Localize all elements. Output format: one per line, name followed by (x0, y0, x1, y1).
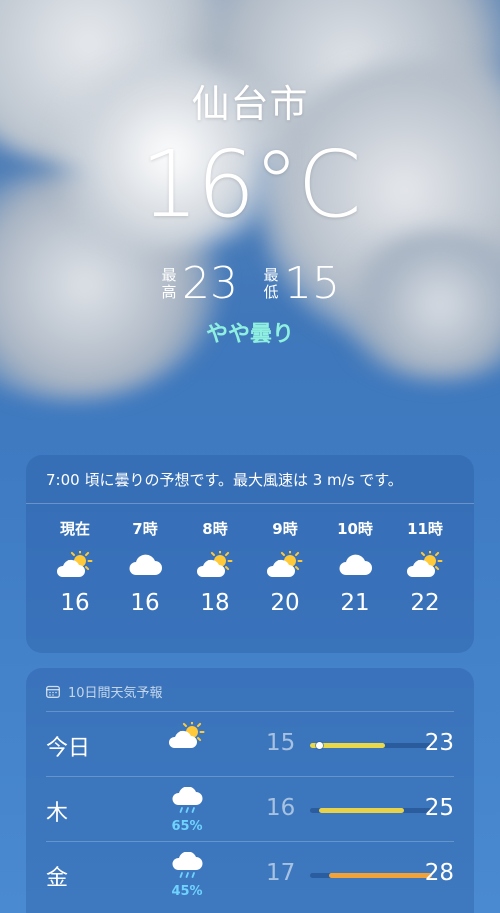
temp-range-bar (310, 808, 432, 813)
day-high-temp: 23 (424, 730, 454, 756)
hour-temp: 16 (60, 590, 90, 616)
ten-day-header: 10日間天気予報 (26, 668, 474, 711)
day-high-temp: 28 (424, 860, 454, 886)
hour-item: 10時 21 (320, 518, 390, 616)
partly-cloudy-sun-icon (180, 544, 250, 586)
precip-chance: 65% (171, 819, 203, 834)
hour-item: 8時 18 (180, 518, 250, 616)
hour-temp: 18 (200, 590, 230, 616)
high-label: 最高 (161, 265, 177, 301)
day-name: 金 (46, 866, 69, 891)
high-temp: 23 (182, 258, 238, 309)
day-name: 木 (46, 801, 69, 826)
hour-label: 7時 (132, 520, 158, 538)
current-temperature: 16°C (140, 131, 361, 238)
hour-item: 11時 22 (390, 518, 460, 616)
temp-range-bar (310, 873, 432, 878)
partly-cloudy-sun-icon (250, 544, 320, 586)
hourly-forecast-card[interactable]: 7:00 頃に曇りの予想です。最大風速は 3 m/s です。 現在 16 7時 16 8… (26, 455, 474, 653)
hour-label: 8時 (202, 520, 228, 538)
hour-temp: 21 (340, 590, 370, 616)
temp-range-fill (319, 808, 404, 813)
partly-cloudy-sun-icon (164, 719, 210, 766)
day-low-temp: 16 (266, 795, 296, 821)
partly-cloudy-sun-icon (390, 544, 460, 586)
rain-cloud-icon: 65% (164, 786, 210, 834)
hour-item: 7時 16 (110, 518, 180, 616)
temp-range-fill (328, 873, 432, 878)
hourly-summary: 7:00 頃に曇りの予想です。最大風速は 3 m/s です。 (26, 455, 474, 504)
rain-cloud-icon: 45% (164, 851, 210, 899)
low-label: 最低 (263, 265, 279, 301)
day-row[interactable]: 今日 15 23 (46, 711, 454, 776)
hour-temp: 22 (410, 590, 440, 616)
hour-label: 11時 (407, 520, 443, 538)
temp-range-bar (310, 742, 432, 749)
hour-temp: 16 (130, 590, 160, 616)
daily-list[interactable]: 今日 15 23 木 65% 16 25 金 45% 17 28 (26, 711, 474, 906)
precip-chance: 45% (171, 884, 203, 899)
hour-temp: 20 (270, 590, 300, 616)
high-low-temps: 最高 23 最低 15 (0, 258, 500, 309)
city-name: 仙台市 (191, 82, 309, 126)
day-low-temp: 15 (266, 730, 296, 756)
hour-label: 10時 (337, 520, 373, 538)
hour-label: 9時 (272, 520, 298, 538)
ten-day-forecast-card[interactable]: 10日間天気予報 今日 15 23 木 65% 16 25 金 45% 17 28 (26, 668, 474, 913)
hourly-list[interactable]: 現在 16 7時 16 8時 18 9時 20 10時 21 11時 22 (26, 504, 474, 616)
low-temp: 15 (284, 258, 340, 309)
day-low-temp: 17 (266, 860, 296, 886)
ten-day-title: 10日間天気予報 (68, 686, 163, 701)
day-high-temp: 25 (424, 795, 454, 821)
condition-text: やや曇り (205, 322, 294, 347)
partly-cloudy-sun-icon (40, 544, 110, 586)
cloud-icon (110, 544, 180, 586)
hour-item: 現在 16 (40, 518, 110, 616)
hour-label: 現在 (59, 520, 90, 538)
current-weather-header: 仙台市 16°C (0, 80, 500, 240)
hour-item: 9時 20 (250, 518, 320, 616)
cloud-icon (320, 544, 390, 586)
calendar-icon (46, 685, 60, 698)
day-name: 今日 (46, 736, 91, 761)
day-row[interactable]: 木 65% 16 25 (46, 776, 454, 841)
day-row[interactable]: 金 45% 17 28 (46, 841, 454, 906)
